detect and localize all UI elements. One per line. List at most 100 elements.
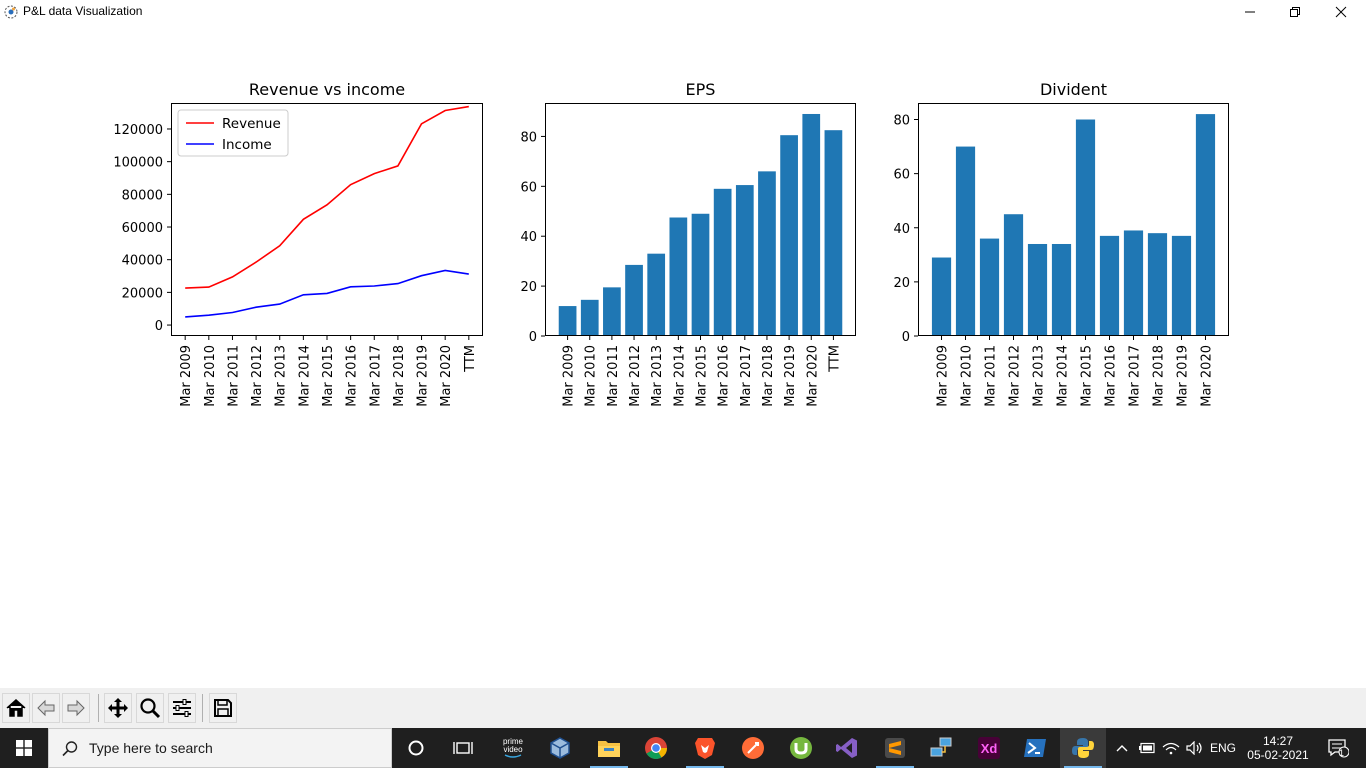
- x-tick-label: Mar 2009: [936, 345, 951, 407]
- home-button[interactable]: [2, 693, 30, 723]
- bar: [1123, 230, 1144, 336]
- battery-tray-icon[interactable]: [1136, 728, 1158, 768]
- y-tick-label: 40: [893, 222, 910, 237]
- y-tick-label: 0: [529, 330, 537, 345]
- virtualbox-app[interactable]: [537, 728, 583, 768]
- toolbar-separator: [202, 694, 203, 722]
- bar: [1027, 243, 1048, 336]
- task-view-icon: [453, 742, 473, 754]
- configure-subplots-icon: [173, 699, 191, 717]
- configure-subplots-button[interactable]: [168, 693, 196, 723]
- x-tick-label: Mar 2010: [960, 345, 975, 407]
- bar: [758, 171, 776, 336]
- powershell-app[interactable]: [1012, 728, 1058, 768]
- chrome-app[interactable]: [633, 728, 679, 768]
- y-tick-label: 20000: [122, 286, 163, 301]
- x-tick-label: Mar 2018: [1151, 345, 1166, 407]
- bar: [735, 185, 754, 336]
- bar: [669, 217, 688, 336]
- x-tick-label: Mar 2015: [1079, 345, 1094, 407]
- x-tick-label: Mar 2019: [783, 345, 798, 407]
- utorrent-app[interactable]: [778, 728, 824, 768]
- x-tick-label: Mar 2016: [345, 345, 360, 407]
- y-tick-label: 80: [893, 114, 910, 129]
- y-tick-label: 0: [155, 319, 163, 334]
- back-button[interactable]: [32, 693, 60, 723]
- file-explorer-app[interactable]: [586, 728, 632, 768]
- zoom-button[interactable]: [136, 693, 164, 723]
- y-tick-label: 20: [893, 276, 910, 291]
- cortana-button[interactable]: [393, 728, 439, 768]
- bar: [1147, 233, 1168, 336]
- language-indicator[interactable]: ENG: [1206, 728, 1240, 768]
- x-tick-label: Mar 2020: [439, 345, 454, 407]
- bar: [1171, 235, 1192, 336]
- prime-video-app[interactable]: prime video: [490, 728, 536, 768]
- postman-app[interactable]: [730, 728, 776, 768]
- x-tick-label: Mar 2019: [1175, 345, 1190, 407]
- back-icon: [37, 699, 55, 717]
- bar: [580, 299, 599, 336]
- close-button[interactable]: [1318, 0, 1364, 24]
- chrome-icon: [645, 737, 667, 759]
- figure-canvas: Revenue vs income 0 20000 40000 60000 80000 10…: [0, 24, 1366, 688]
- y-tick-label: 100000: [113, 156, 163, 171]
- x-tick-label: Mar 2012: [628, 345, 643, 407]
- clock-time: 14:27: [1262, 734, 1294, 748]
- pan-button[interactable]: [104, 693, 132, 723]
- adobe-xd-label: Xd: [980, 740, 998, 756]
- python-icon: [1072, 738, 1094, 758]
- brave-app[interactable]: [682, 728, 728, 768]
- bar: [647, 253, 666, 336]
- chevron-up-icon: [1116, 745, 1128, 752]
- x-tick-label: Mar 2014: [1056, 345, 1071, 407]
- task-view-button[interactable]: [440, 728, 486, 768]
- action-center-button[interactable]: 1: [1318, 728, 1358, 768]
- taskbar-search-box[interactable]: Type here to search: [48, 728, 392, 768]
- forward-button[interactable]: [62, 693, 90, 723]
- y-tick-label: 0: [902, 330, 910, 345]
- bar: [1075, 119, 1096, 336]
- bar: [955, 146, 976, 336]
- volume-tray-icon[interactable]: [1184, 728, 1206, 768]
- folder-icon: [598, 741, 620, 757]
- close-icon: [1335, 6, 1347, 18]
- x-tick-label: Mar 2011: [606, 345, 621, 407]
- legend-label: Income: [222, 137, 272, 153]
- network-tool-app[interactable]: [918, 728, 964, 768]
- x-tick-label: Mar 2020: [805, 345, 820, 407]
- x-tick-label: Mar 2011: [226, 345, 241, 407]
- restore-button[interactable]: [1272, 0, 1318, 24]
- python-app[interactable]: [1060, 728, 1106, 768]
- x-tick-label: Mar 2020: [1199, 345, 1214, 407]
- x-tick-label: Mar 2014: [672, 345, 687, 407]
- save-icon: [214, 699, 232, 717]
- toolbar-separator: [98, 694, 99, 722]
- save-button[interactable]: [209, 693, 237, 723]
- start-button[interactable]: [0, 728, 48, 768]
- x-tick-label: Mar 2017: [368, 345, 383, 407]
- adobe-xd-app[interactable]: Xd: [966, 728, 1012, 768]
- bar: [603, 287, 621, 336]
- visual-studio-app[interactable]: [824, 728, 870, 768]
- minimize-button[interactable]: [1227, 0, 1273, 24]
- x-tick-label: Mar 2010: [584, 345, 599, 407]
- show-hidden-icons-button[interactable]: [1112, 728, 1132, 768]
- search-icon: [62, 741, 78, 757]
- bar: [625, 264, 643, 336]
- utorrent-icon: [790, 737, 812, 759]
- wifi-tray-icon[interactable]: [1160, 728, 1182, 768]
- forward-icon: [67, 699, 85, 717]
- y-tick-label: 120000: [113, 123, 163, 138]
- x-tick-label: Mar 2012: [1008, 345, 1023, 407]
- battery-icon: [1139, 742, 1155, 754]
- legend-label: Revenue: [222, 116, 281, 132]
- bar: [802, 113, 821, 337]
- virtualbox-icon: [550, 737, 570, 759]
- taskbar: Type here to search prime video Xd ENG 1…: [0, 728, 1366, 768]
- speaker-icon: [1186, 741, 1202, 755]
- bar: [713, 188, 732, 336]
- clock[interactable]: 14:27 05-02-2021: [1244, 728, 1312, 768]
- sublime-text-app[interactable]: [872, 728, 918, 768]
- postman-icon: [742, 737, 764, 759]
